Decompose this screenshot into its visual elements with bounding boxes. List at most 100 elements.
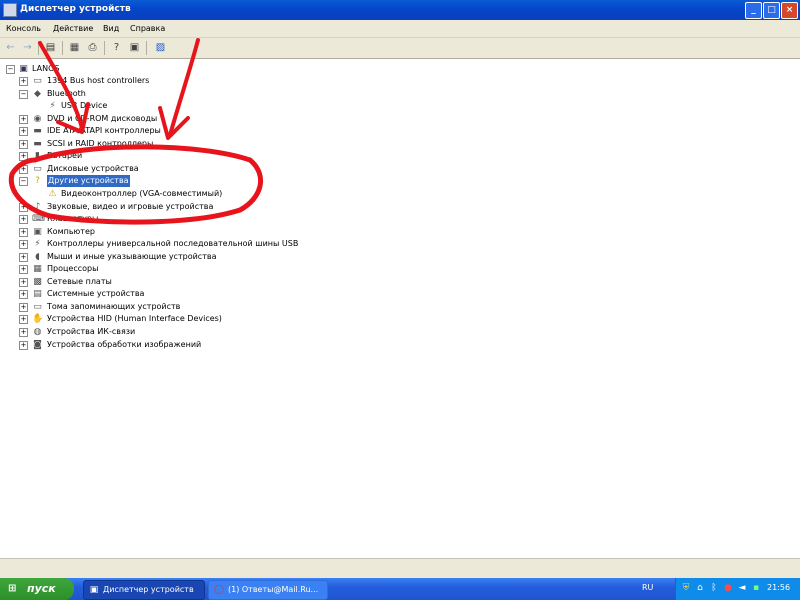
- tree-item-label: 1394 Bus host controllers: [47, 76, 150, 85]
- infrared-icon: ◍: [33, 327, 42, 337]
- collapse-toggle[interactable]: −: [19, 89, 28, 99]
- usb-icon: ⚡: [34, 239, 41, 250]
- help-icon[interactable]: ?: [110, 41, 123, 54]
- expand-toggle[interactable]: +: [19, 114, 28, 124]
- tree-item-label: Дисковые устройства: [47, 163, 139, 173]
- forward-icon[interactable]: →: [21, 41, 34, 54]
- sound-icon: ♪: [34, 201, 41, 212]
- expand-toggle[interactable]: +: [19, 77, 28, 86]
- network-icon[interactable]: ⌂: [695, 583, 705, 594]
- device-manager-icon: ▣: [89, 585, 99, 595]
- menu-console[interactable]: Консоль: [6, 24, 41, 33]
- toolbar-separator: [104, 41, 105, 55]
- tree-item-label: SCSI и RAID контроллеры: [47, 138, 154, 148]
- dvd-drive-icon: ◉: [33, 113, 42, 124]
- tree-item-label: USB Device: [61, 101, 108, 111]
- start-button[interactable]: ⊞ пуск: [0, 578, 74, 600]
- menu-view[interactable]: Вид: [103, 24, 119, 33]
- tree-item-label: Устройства обработки изображений: [47, 339, 202, 349]
- view-icon[interactable]: ▤: [44, 41, 57, 54]
- tree-item-label: Процессоры: [47, 264, 99, 274]
- collapse-toggle[interactable]: −: [19, 177, 28, 187]
- hid-icon: ✋: [32, 314, 44, 325]
- language-indicator[interactable]: RU: [642, 583, 653, 592]
- expand-toggle[interactable]: +: [19, 215, 28, 225]
- expand-toggle[interactable]: +: [19, 315, 28, 325]
- scan-icon[interactable]: ▨: [154, 41, 167, 54]
- task-opera-browser[interactable]: ◯ (1) Ответы@Mail.Ru...: [208, 580, 328, 600]
- bluetooth-icon: ◆: [34, 88, 41, 99]
- device-manager-app-icon: [3, 3, 17, 17]
- expand-toggle[interactable]: +: [19, 127, 28, 137]
- toolbar-separator: [38, 41, 39, 55]
- tree-item-label: Устройства HID (Human Interface Devices): [47, 314, 222, 324]
- device-tree: − ▣ LANOS + ▭ 1394 Bus host controllers − ◆ B…: [0, 60, 800, 558]
- tree-item-label: Сетевые платы: [47, 276, 112, 286]
- refresh-icon[interactable]: ▣: [128, 41, 141, 54]
- computer-icon: ▣: [33, 226, 42, 237]
- security-shield-icon[interactable]: ⛨: [681, 583, 691, 594]
- ide-controller-icon: ▬: [33, 126, 42, 137]
- print-icon[interactable]: ⎙: [86, 41, 99, 54]
- expand-toggle[interactable]: +: [19, 277, 28, 287]
- tree-item-label: Видеоконтроллер (VGA-совместимый): [61, 188, 223, 198]
- task-device-manager[interactable]: ▣ Диспетчер устройств: [83, 580, 205, 600]
- tree-item-label: Другие устройства: [47, 175, 130, 188]
- network-card-icon: ▩: [33, 276, 42, 287]
- tree-item-label: DVD и CD-ROM дисководы: [47, 113, 158, 123]
- clock: 21:56: [767, 583, 791, 592]
- task-label: Диспетчер устройств: [103, 585, 194, 594]
- tree-item-label: Компьютер: [47, 226, 95, 236]
- close-button[interactable]: ×: [781, 2, 798, 19]
- tree-item-label: Системные устройства: [47, 289, 145, 299]
- battery-icon: ▮: [35, 151, 40, 162]
- expand-toggle[interactable]: +: [19, 164, 28, 174]
- usb-tray-icon[interactable]: ▪: [751, 583, 761, 594]
- expand-toggle[interactable]: +: [19, 202, 28, 212]
- maximize-button[interactable]: □: [763, 2, 780, 19]
- toolbar-separator: [62, 41, 63, 55]
- opera-icon: ◯: [214, 585, 225, 595]
- back-icon[interactable]: ←: [4, 41, 17, 54]
- tree-item-label: Контроллеры универсальной последовательн…: [47, 239, 299, 249]
- antivirus-icon[interactable]: ●: [723, 583, 733, 594]
- tree-root-label: LANOS: [32, 64, 60, 73]
- expand-toggle[interactable]: +: [19, 152, 28, 162]
- tree-item-label: Bluetooth: [47, 88, 86, 98]
- menu-bar: Консоль Действие Вид Справка: [0, 20, 800, 38]
- expand-toggle[interactable]: +: [19, 227, 28, 237]
- minimize-button[interactable]: _: [745, 2, 762, 19]
- toolbar-separator: [146, 41, 147, 55]
- bus-controller-icon: ▭: [33, 76, 42, 86]
- system-device-icon: ▤: [33, 289, 42, 300]
- tree-item-label: Клавиатуры: [47, 214, 99, 224]
- expand-toggle[interactable]: +: [19, 265, 28, 275]
- expand-toggle[interactable]: +: [19, 252, 28, 262]
- expand-toggle[interactable]: +: [19, 340, 28, 350]
- storage-volume-icon: ▭: [33, 301, 42, 312]
- menu-help[interactable]: Справка: [130, 24, 165, 33]
- expand-toggle[interactable]: +: [19, 328, 28, 337]
- bluetooth-tray-icon[interactable]: ᛒ: [709, 583, 719, 594]
- toolbar: ← → ▤ ▦ ⎙ ? ▣ ▨: [0, 38, 800, 59]
- warning-device-icon: ⚠: [48, 188, 57, 199]
- properties-icon[interactable]: ▦: [68, 41, 81, 54]
- menu-action[interactable]: Действие: [53, 24, 93, 33]
- tree-item-label: Тома запоминающих устройств: [47, 301, 181, 311]
- imaging-icon: ◙: [33, 339, 42, 350]
- expand-toggle[interactable]: +: [19, 302, 28, 312]
- volume-icon[interactable]: ◄: [737, 583, 747, 594]
- task-label: (1) Ответы@Mail.Ru...: [228, 585, 319, 594]
- expand-toggle[interactable]: +: [19, 240, 28, 250]
- tree-item-label: Звуковые, видео и игровые устройства: [47, 201, 214, 211]
- collapse-toggle[interactable]: −: [6, 65, 15, 74]
- expand-toggle[interactable]: +: [19, 290, 28, 300]
- usb-icon: ⚡: [49, 101, 56, 112]
- scsi-controller-icon: ▬: [33, 138, 42, 149]
- windows-flag-icon: ⊞: [8, 583, 17, 594]
- expand-toggle[interactable]: +: [19, 139, 28, 149]
- keyboard-icon: ⌨: [32, 214, 45, 225]
- cpu-icon: ▦: [33, 264, 42, 275]
- tree-item-label: IDE ATA/ATAPI контроллеры: [47, 126, 161, 136]
- disk-drive-icon: ▭: [33, 163, 42, 174]
